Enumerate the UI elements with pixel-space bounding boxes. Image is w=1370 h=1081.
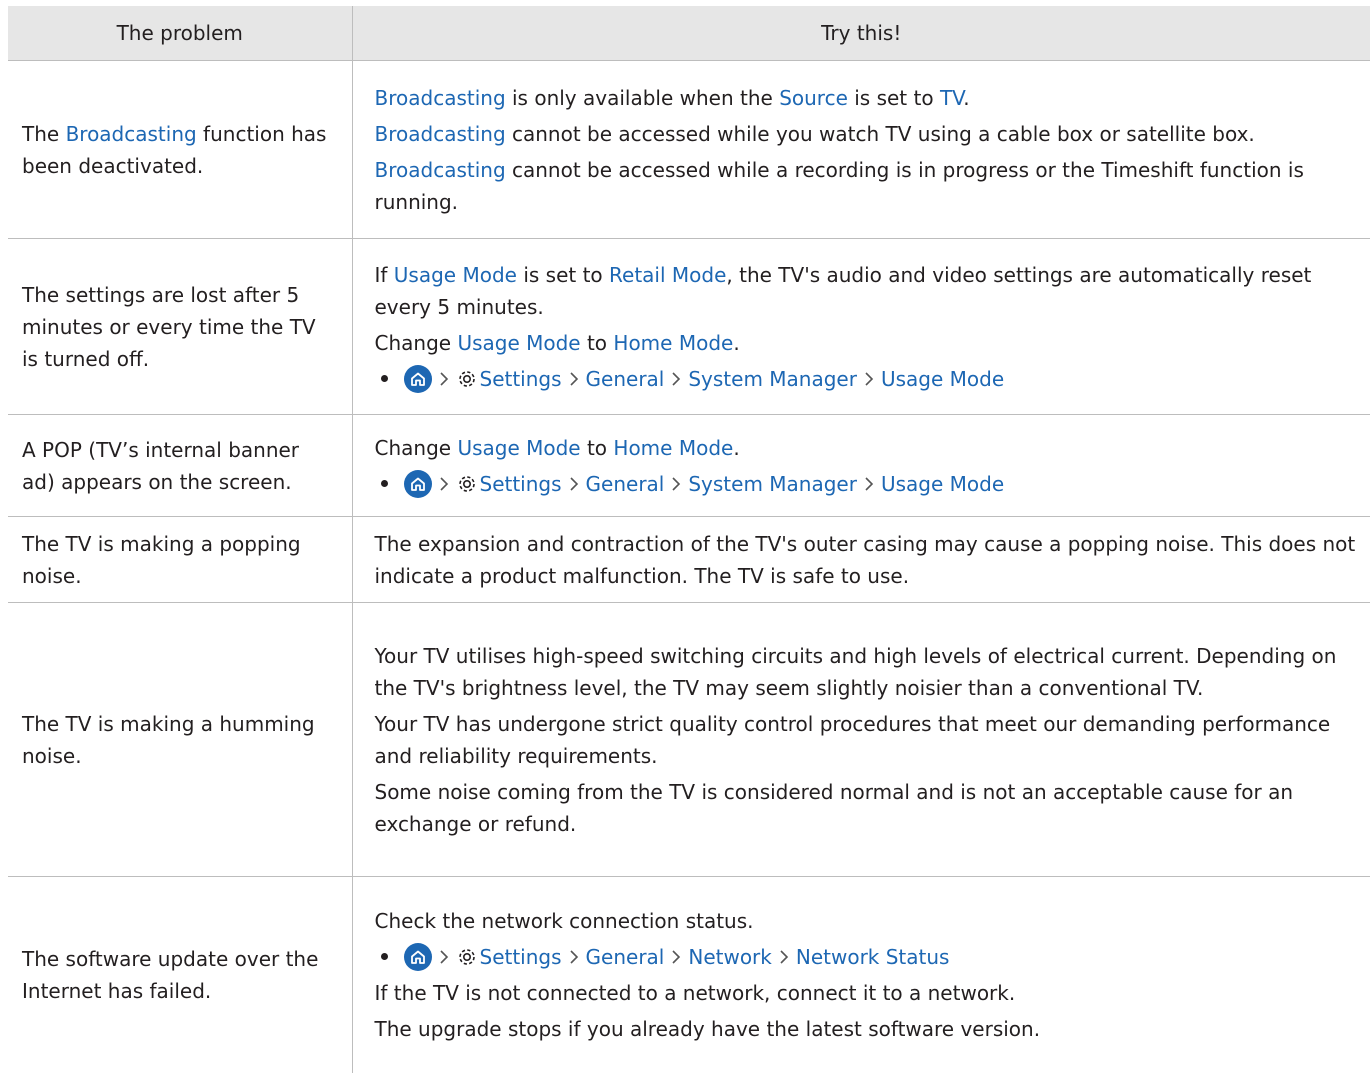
solution-cell: If Usage Mode is set to Retail Mode, the… (351, 238, 1370, 415)
text: . (733, 435, 740, 460)
text: to (580, 330, 614, 355)
table-row: A POP (TV’s internal banner ad) appears … (8, 414, 1370, 517)
usage-mode-link[interactable]: Usage Mode (457, 436, 580, 460)
text: cannot be accessed while a recording is … (374, 157, 1304, 214)
chevron-right-icon (432, 371, 456, 387)
header-solution: Try this! (351, 6, 1370, 61)
broadcasting-link[interactable]: Broadcasting (375, 122, 506, 146)
solution-line: Change Usage Mode to Home Mode. (375, 327, 1357, 359)
chevron-right-icon (664, 476, 688, 492)
usage-mode-link[interactable]: Usage Mode (394, 263, 517, 287)
path-system-manager[interactable]: System Manager (688, 363, 857, 395)
usage-mode-link[interactable]: Usage Mode (457, 331, 580, 355)
chevron-right-icon (857, 371, 881, 387)
chevron-right-icon (432, 949, 456, 965)
chevron-right-icon (857, 476, 881, 492)
retail-mode-link[interactable]: Retail Mode (609, 263, 726, 287)
broadcasting-link[interactable]: Broadcasting (375, 158, 506, 182)
table-row: The settings are lost after 5 minutes or… (8, 238, 1370, 415)
gear-icon (456, 368, 478, 390)
problem-text: The (22, 121, 66, 146)
solution-line: The expansion and contraction of the TV'… (374, 531, 1356, 588)
bullet-icon (380, 953, 388, 961)
problem-cell: The software update over the Internet ha… (8, 876, 352, 1073)
solution-line: Your TV utilises high-speed switching ci… (374, 643, 1337, 700)
path-settings[interactable]: Settings (480, 941, 562, 973)
home-icon[interactable] (403, 364, 432, 393)
path-settings[interactable]: Settings (480, 363, 562, 395)
path-system-manager[interactable]: System Manager (688, 468, 857, 500)
solution-line: Change Usage Mode to Home Mode. (375, 432, 1357, 464)
path-settings[interactable]: Settings (480, 468, 562, 500)
source-link[interactable]: Source (779, 86, 848, 110)
table-row: The software update over the Internet ha… (8, 876, 1370, 1073)
path-usage-mode[interactable]: Usage Mode (881, 363, 1004, 395)
solution-line: Broadcasting cannot be accessed while yo… (375, 118, 1357, 150)
menu-path: Settings General Network Network Status (375, 941, 1357, 973)
solution-cell: Broadcasting is only available when the … (351, 60, 1370, 239)
troubleshooting-page: The problem Try this! The Broadcasting f… (0, 0, 1370, 1081)
solution-line: If the TV is not connected to a network,… (374, 980, 1016, 1005)
solution-line: Broadcasting cannot be accessed while a … (375, 154, 1357, 218)
path-network-status[interactable]: Network Status (796, 941, 950, 973)
text: is set to (847, 85, 940, 110)
solution-line: Broadcasting is only available when the … (375, 82, 1357, 114)
text: . (963, 85, 970, 110)
chevron-right-icon (664, 949, 688, 965)
menu-path: Settings General System Manager Usage Mo… (375, 363, 1357, 395)
home-mode-link[interactable]: Home Mode (613, 331, 733, 355)
table-row: The TV is making a popping noise. The ex… (8, 516, 1370, 603)
text: If (374, 262, 394, 287)
problem-cell: The TV is making a humming noise. (8, 602, 352, 877)
bullet-icon (380, 375, 388, 382)
problem-cell: The settings are lost after 5 minutes or… (8, 238, 352, 415)
chevron-right-icon (432, 476, 456, 492)
path-usage-mode[interactable]: Usage Mode (881, 468, 1004, 500)
path-general[interactable]: General (586, 941, 665, 973)
tv-link[interactable]: TV (940, 86, 963, 110)
solution-line: Your TV has undergone strict quality con… (374, 711, 1331, 768)
text: is only available when the (505, 85, 780, 110)
solution-cell: Change Usage Mode to Home Mode. Settings… (351, 414, 1370, 517)
solution-line: Check the network connection status. (374, 908, 754, 933)
broadcasting-link[interactable]: Broadcasting (66, 122, 197, 146)
table-header-row: The problem Try this! (8, 6, 1370, 61)
text: to (580, 435, 614, 460)
path-general[interactable]: General (586, 363, 665, 395)
header-problem: The problem (8, 6, 352, 61)
solution-line: The upgrade stops if you already have th… (374, 1016, 1041, 1041)
problem-cell: The TV is making a popping noise. (8, 516, 352, 603)
problem-cell: The Broadcasting function has been deact… (8, 60, 352, 239)
chevron-right-icon (664, 371, 688, 387)
table-row: The TV is making a humming noise. Your T… (8, 602, 1370, 877)
path-general[interactable]: General (586, 468, 665, 500)
chevron-right-icon (562, 371, 586, 387)
gear-icon (456, 473, 478, 495)
text: Change (374, 330, 458, 355)
text: . (733, 330, 740, 355)
solution-cell: The expansion and contraction of the TV'… (351, 516, 1370, 603)
menu-path: Settings General System Manager Usage Mo… (375, 468, 1357, 500)
text: cannot be accessed while you watch TV us… (505, 121, 1255, 146)
solution-cell: Check the network connection status. Set… (351, 876, 1370, 1073)
text: is set to (516, 262, 610, 287)
chevron-right-icon (562, 476, 586, 492)
home-icon[interactable] (403, 469, 432, 498)
broadcasting-link[interactable]: Broadcasting (375, 86, 506, 110)
path-network[interactable]: Network (688, 941, 772, 973)
troubleshooting-table: The problem Try this! The Broadcasting f… (8, 6, 1370, 1073)
chevron-right-icon (562, 949, 586, 965)
table-row: The Broadcasting function has been deact… (8, 60, 1370, 239)
chevron-right-icon (772, 949, 796, 965)
solution-line: If Usage Mode is set to Retail Mode, the… (375, 259, 1357, 323)
solution-line: Some noise coming from the TV is conside… (374, 779, 1294, 836)
solution-cell: Your TV utilises high-speed switching ci… (351, 602, 1370, 877)
home-mode-link[interactable]: Home Mode (613, 436, 733, 460)
text: Change (374, 435, 458, 460)
gear-icon (456, 946, 478, 968)
bullet-icon (380, 480, 388, 487)
home-icon[interactable] (403, 942, 432, 971)
problem-cell: A POP (TV’s internal banner ad) appears … (8, 414, 352, 517)
